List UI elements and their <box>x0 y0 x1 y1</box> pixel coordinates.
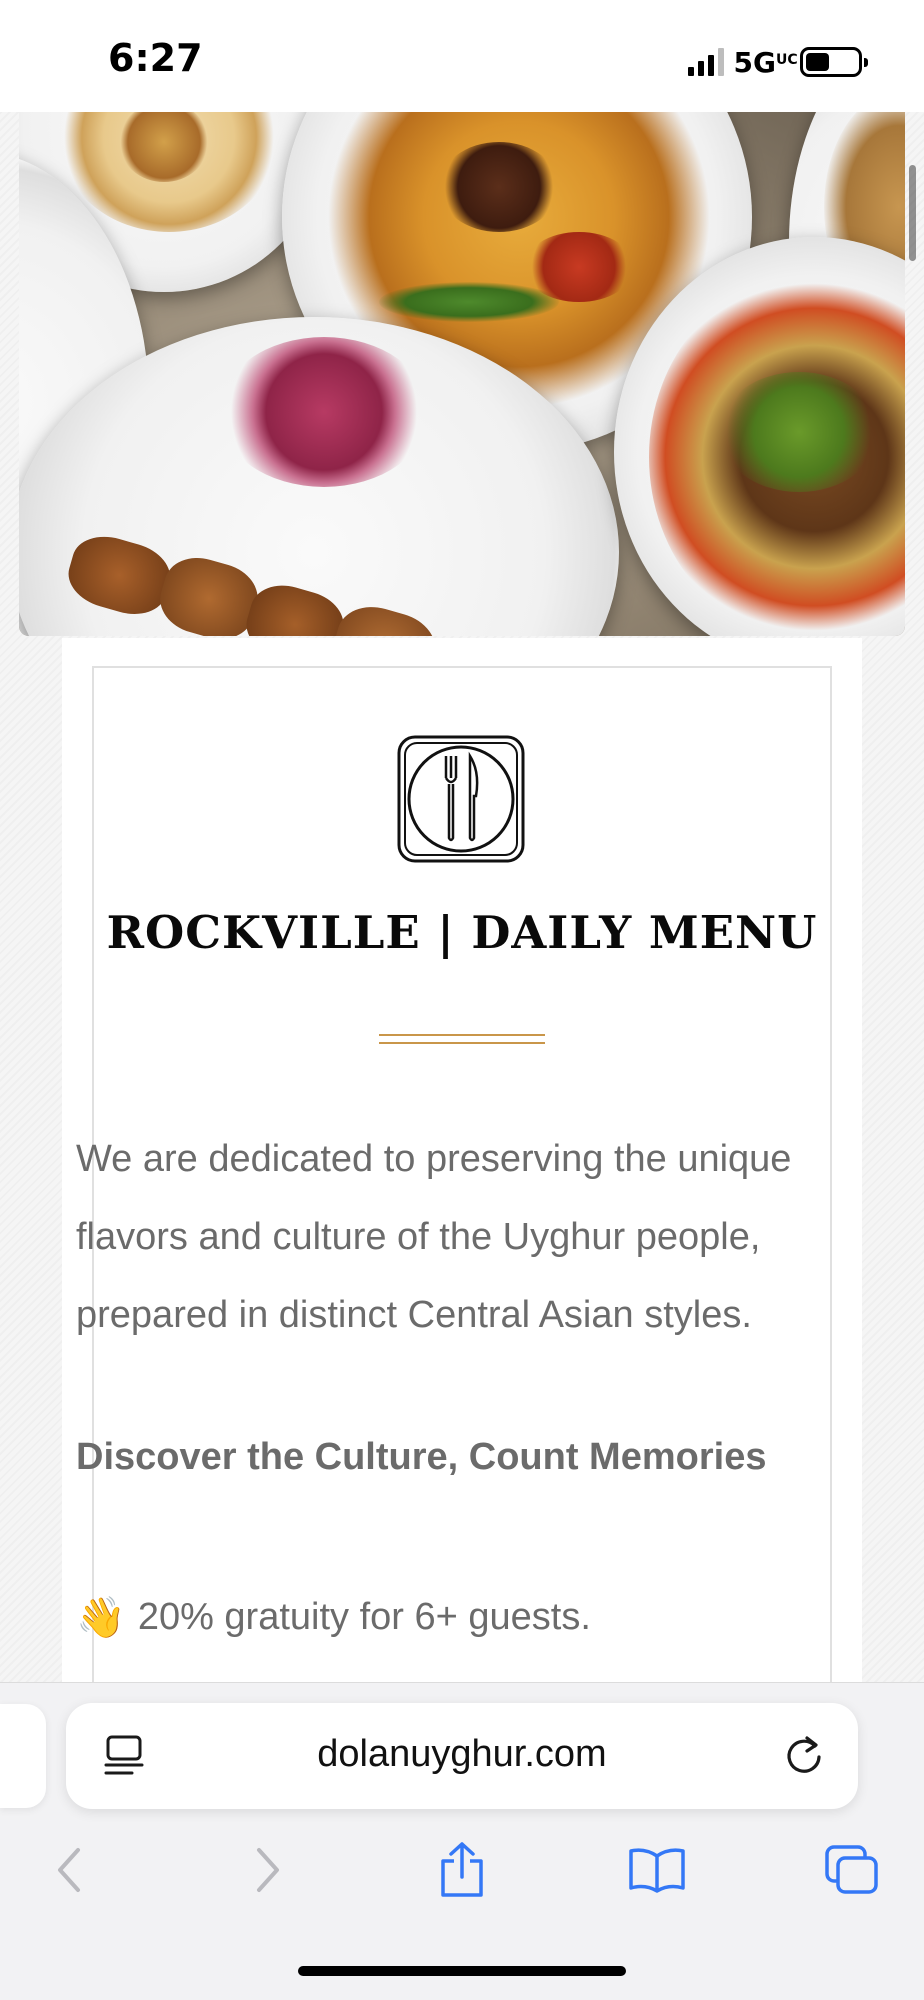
gold-divider <box>379 1034 545 1044</box>
reload-icon[interactable] <box>782 1733 826 1777</box>
tabs-button[interactable] <box>822 1840 882 1900</box>
cellular-signal-icon <box>687 48 724 76</box>
intro-paragraph: We are dedicated to preserving the uniqu… <box>76 1138 792 1336</box>
share-button[interactable] <box>432 1840 492 1900</box>
battery-icon <box>800 47 868 77</box>
fork-knife-plate-icon <box>397 735 525 863</box>
gratuity-note: 👋 20% gratuity for 6+ guests. <box>76 1594 876 1641</box>
page-scrollbar[interactable] <box>909 165 916 261</box>
network-type: 5GUC <box>733 45 798 79</box>
forward-icon <box>257 1848 279 1892</box>
back-icon <box>58 1848 80 1892</box>
back-button[interactable] <box>40 1840 100 1900</box>
bookmarks-button[interactable] <box>627 1840 687 1900</box>
pickled-onions <box>219 337 429 487</box>
bookmarks-icon <box>629 1848 685 1893</box>
hero-food-photo <box>19 112 905 636</box>
tabs-icon <box>825 1845 878 1894</box>
tagline: Discover the Culture, Count Memories <box>76 1436 767 1478</box>
gratuity-note-text: 20% gratuity for 6+ guests. <box>137 1596 591 1638</box>
status-bar: 6:27 5GUC <box>0 0 924 112</box>
status-time: 6:27 <box>108 36 203 80</box>
previous-tab-preview[interactable] <box>0 1704 46 1808</box>
url-text[interactable]: dolanuyghur.com <box>170 1733 754 1776</box>
status-indicators: 5GUC <box>687 44 868 80</box>
share-icon <box>441 1842 483 1897</box>
page-title: ROCKVILLE | DAILY MENU <box>106 906 818 959</box>
home-indicator[interactable] <box>298 1966 626 1976</box>
forward-button[interactable] <box>237 1840 297 1900</box>
waving-hand-icon: 👋 <box>76 1596 126 1640</box>
reader-mode-icon[interactable] <box>104 1735 144 1777</box>
battery-level <box>806 53 829 71</box>
